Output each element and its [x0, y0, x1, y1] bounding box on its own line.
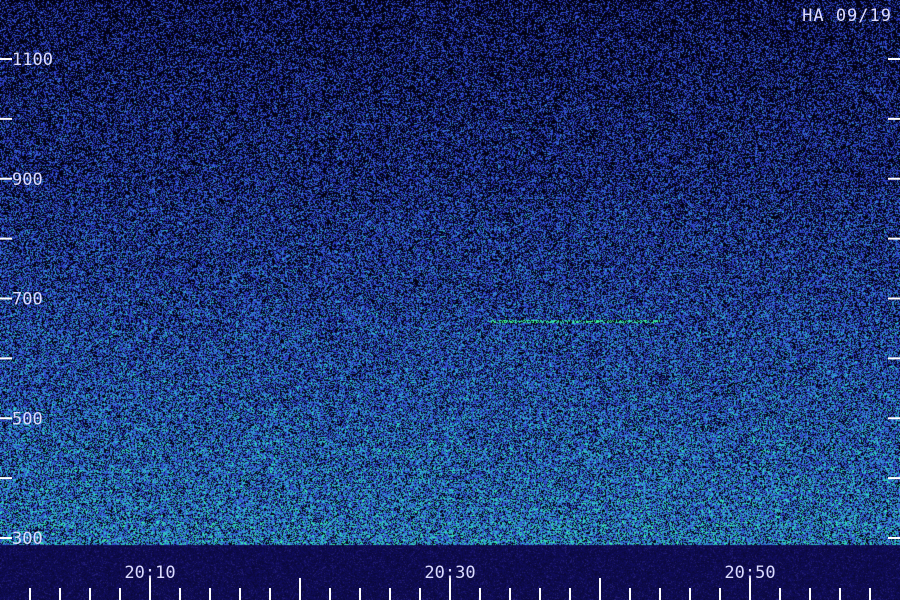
- spectrogram-axes: 300 500 700 900 1100 20:10 20:30 20:50: [0, 50, 900, 600]
- y-label-900: 900: [12, 170, 43, 190]
- y-label-1100: 1100: [12, 50, 53, 70]
- station-date-stamp: HA 09/19: [802, 6, 892, 26]
- y-axis-labels: 300 500 700 900 1100: [12, 50, 53, 549]
- x-label-2050: 20:50: [724, 563, 775, 583]
- x-axis-labels: 20:10 20:30 20:50: [124, 563, 775, 583]
- y-label-700: 700: [12, 290, 43, 310]
- y-label-300: 300: [12, 529, 43, 549]
- x-label-2030: 20:30: [424, 563, 475, 583]
- y-axis-ticks-left: [0, 58, 12, 539]
- x-label-2010: 20:10: [124, 563, 175, 583]
- y-label-500: 500: [12, 409, 43, 429]
- y-axis-ticks-right: [888, 58, 900, 539]
